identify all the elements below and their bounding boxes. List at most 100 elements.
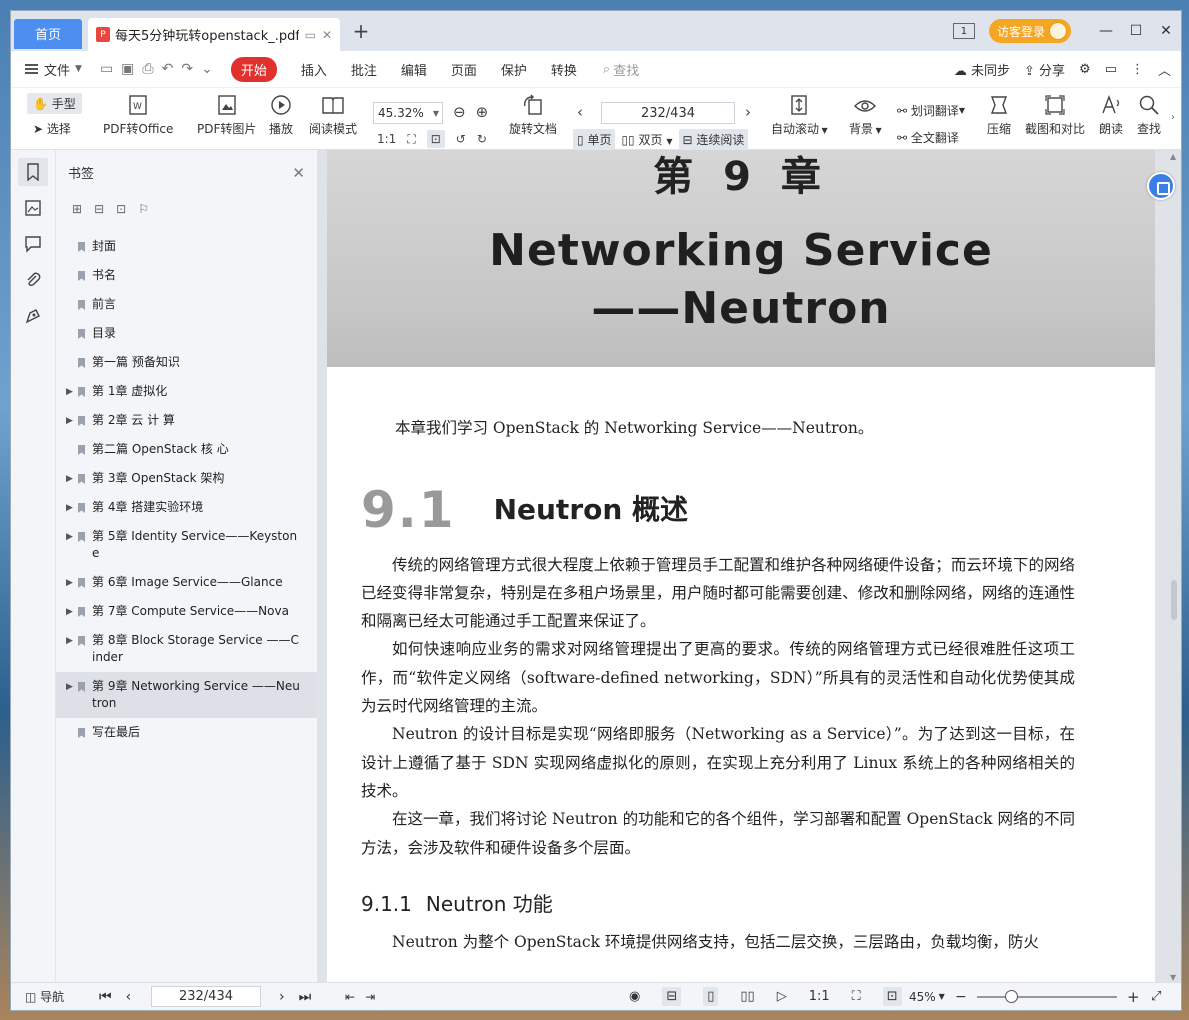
tab-pin-icon[interactable]: ▭ — [305, 28, 316, 42]
compress-button[interactable]: 压缩 — [987, 94, 1011, 137]
bookmark-item[interactable]: 书名 — [56, 261, 317, 290]
zoom-plus-icon[interactable]: + — [1127, 988, 1140, 1006]
expand-arrow-icon[interactable]: ▶ — [66, 529, 73, 546]
bookmark-flag-icon[interactable]: ⚐ — [138, 202, 149, 216]
fit-page-icon[interactable]: ⛶ — [852, 989, 861, 1004]
continuous-read-button[interactable]: ⊟ 连续阅读 — [678, 129, 749, 150]
redo-icon[interactable]: ↷ — [181, 61, 193, 77]
more-icon[interactable]: ⋮ — [1131, 62, 1144, 77]
forward-icon[interactable]: ⇥ — [365, 990, 375, 1004]
zoom-out-icon[interactable]: ⊖ — [453, 103, 466, 121]
maximize-button[interactable]: ☐ — [1121, 23, 1151, 39]
document-tab[interactable]: P 每天5分钟玩转openstack_.pdf ▭ ✕ — [88, 18, 340, 51]
undo-icon[interactable]: ↶ — [162, 61, 174, 77]
next-page-icon[interactable]: › — [279, 989, 285, 1005]
tab-edit[interactable]: 编辑 — [401, 60, 427, 79]
comment-icon[interactable]: ▭ — [1105, 62, 1117, 77]
prev-page-icon[interactable]: ‹ — [126, 989, 132, 1005]
fullscreen-icon[interactable]: ⤢ — [1151, 989, 1161, 1004]
fit-page-icon[interactable]: ⛶ — [407, 132, 415, 147]
page-number-input[interactable]: 232/434 — [601, 102, 735, 124]
bookmark-item[interactable]: ▶ 第 1章 虚拟化 — [56, 377, 317, 406]
scroll-down-icon[interactable]: ▼ — [1170, 973, 1176, 982]
rotate-right-icon[interactable]: ↻ — [477, 132, 487, 146]
open-folder-icon[interactable]: ▭ — [100, 61, 113, 77]
eye-protection-icon[interactable]: ◉ — [629, 989, 640, 1004]
prev-page-icon[interactable]: ‹ — [577, 103, 583, 121]
close-window-button[interactable]: ✕ — [1151, 23, 1181, 39]
close-icon[interactable]: ✕ — [292, 164, 305, 182]
bookmark-panel-icon[interactable] — [18, 158, 48, 186]
home-tab[interactable]: 首页 — [14, 18, 82, 49]
play-button[interactable]: 播放 — [269, 94, 293, 137]
ribbon-scroll-right-icon[interactable]: › — [1171, 112, 1175, 123]
bookmark-item[interactable]: ▶ 第 4章 搭建实验环境 — [56, 493, 317, 522]
find-button[interactable]: 查找 — [1137, 94, 1161, 137]
expand-arrow-icon[interactable]: ▶ — [66, 500, 73, 517]
expand-arrow-icon[interactable]: ▶ — [66, 384, 73, 401]
hand-tool-button[interactable]: ✋ 手型 — [27, 93, 82, 114]
bookmark-item[interactable]: ▶ 第 8章 Block Storage Service ——Cinder — [56, 626, 317, 672]
window-count-badge[interactable]: 1 — [952, 23, 975, 39]
tab-page[interactable]: 页面 — [451, 60, 477, 79]
expand-arrow-icon[interactable]: ▶ — [66, 471, 73, 488]
rotate-document-button[interactable]: 旋转文档 — [509, 94, 557, 137]
zoom-slider[interactable] — [977, 990, 1117, 1003]
collapse-ribbon-icon[interactable]: ︿ — [1158, 60, 1171, 79]
double-page-button[interactable]: ▯▯ 双页 ▼ — [621, 131, 672, 148]
navigation-toggle[interactable]: ◫ 导航 — [25, 988, 64, 1005]
add-bookmark-icon[interactable]: ⊞ — [72, 202, 82, 216]
scroll-up-icon[interactable]: ▲ — [1170, 152, 1176, 161]
bookmark-item[interactable]: ▶ 第 7章 Compute Service——Nova — [56, 597, 317, 626]
word-translate-button[interactable]: ⚯ 划词翻译 ▼ — [897, 102, 965, 119]
actual-size-icon[interactable]: 1:1 — [809, 989, 830, 1004]
pdf-to-image-button[interactable]: PDF转图片 — [197, 94, 256, 137]
fit-width-icon[interactable]: ⊡ — [426, 130, 445, 148]
share-button[interactable]: ⇪ 分享 — [1024, 60, 1065, 79]
attachment-panel-icon[interactable] — [18, 266, 48, 294]
tab-convert[interactable]: 转换 — [551, 60, 577, 79]
print-icon[interactable]: ⎙ — [142, 61, 153, 77]
status-zoom-select[interactable]: 45% ▼ — [909, 990, 945, 1004]
read-mode-button[interactable]: 阅读模式 — [309, 94, 357, 137]
minimize-button[interactable]: — — [1091, 23, 1121, 39]
tab-protect[interactable]: 保护 — [501, 60, 527, 79]
file-menu[interactable]: 文件 ▼ — [11, 60, 82, 79]
bookmark-item[interactable]: 写在最后 — [56, 718, 317, 747]
actual-size-icon[interactable]: 1:1 — [377, 132, 396, 146]
single-page-button[interactable]: ▯ 单页 — [573, 129, 616, 150]
bookmark-item[interactable]: ▶ 第 9章 Networking Service ——Neutron — [56, 672, 317, 718]
next-page-icon[interactable]: › — [745, 103, 751, 121]
auto-scroll-button[interactable]: 自动滚动 ▼ — [771, 94, 828, 137]
select-tool-button[interactable]: ➤ 选择 — [33, 120, 71, 137]
zoom-in-icon[interactable]: ⊕ — [476, 103, 489, 121]
zoom-minus-icon[interactable]: − — [955, 989, 967, 1005]
customize-icon[interactable]: ⌄ — [201, 61, 213, 77]
document-viewport[interactable]: 第 9 章 Networking Service ——Neutron 本章我们学… — [318, 150, 1181, 984]
fit-width-icon[interactable]: ⊡ — [882, 987, 902, 1006]
comment-panel-icon[interactable] — [18, 230, 48, 258]
tab-annotate[interactable]: 批注 — [351, 60, 377, 79]
new-tab-button[interactable]: + — [346, 16, 376, 46]
zoom-slider-knob[interactable] — [1005, 990, 1018, 1003]
scrollbar-thumb[interactable] — [1171, 580, 1177, 620]
bookmark-expand-icon[interactable]: ⊡ — [116, 202, 126, 216]
expand-arrow-icon[interactable]: ▶ — [66, 413, 73, 430]
tab-insert[interactable]: 插入 — [301, 60, 327, 79]
menu-search[interactable]: ⌕ 查找 — [603, 60, 639, 79]
full-translate-button[interactable]: ⚯ 全文翻译 — [897, 129, 959, 146]
tab-close-icon[interactable]: ✕ — [322, 28, 332, 42]
save-icon[interactable]: ▣ — [121, 61, 134, 77]
background-button[interactable]: 背景 ▼ — [849, 94, 882, 137]
sync-status[interactable]: ☁ 未同步 — [954, 60, 1010, 79]
first-page-icon[interactable]: ⏮ — [99, 989, 112, 1005]
bookmark-item[interactable]: 目录 — [56, 319, 317, 348]
bookmark-item[interactable]: ▶ 第 5章 Identity Service——Keystone — [56, 522, 317, 568]
bookmark-item[interactable]: ▶ 第 6章 Image Service——Glance — [56, 568, 317, 597]
expand-arrow-icon[interactable]: ▶ — [66, 679, 73, 696]
last-page-icon[interactable]: ⏭ — [299, 989, 312, 1005]
signature-panel-icon[interactable] — [18, 302, 48, 330]
bookmark-item[interactable]: 封面 — [56, 232, 317, 261]
visitor-login-button[interactable]: 访客登录 — [988, 19, 1071, 43]
settings-icon[interactable]: ⚙ — [1079, 62, 1091, 77]
